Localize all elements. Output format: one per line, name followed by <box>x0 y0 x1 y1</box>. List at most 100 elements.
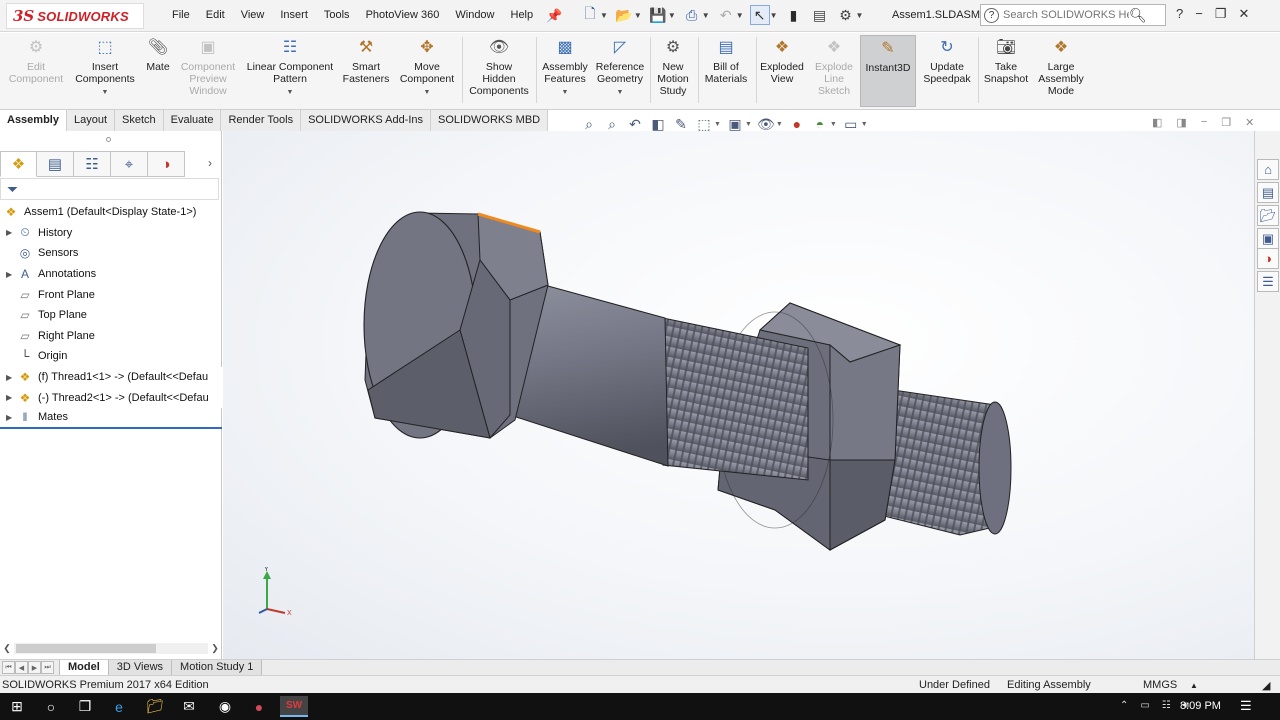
help-search-input[interactable] <box>1003 9 1129 21</box>
view-orientation-dropdown-icon[interactable]: ▼ <box>714 121 721 128</box>
solidworks-logo[interactable]: 3S SOLIDWORKS <box>6 3 144 29</box>
assembly-features-dropdown-icon[interactable]: ▼ <box>562 87 569 99</box>
tree-item-top-plane[interactable]: ▱ Top Plane <box>0 305 222 326</box>
expand-arrow-icon[interactable]: ▶ <box>6 413 16 422</box>
design-library-icon[interactable]: ▤ <box>1257 182 1279 203</box>
tree-item-sensors[interactable]: ◎ Sensors <box>0 243 222 264</box>
graphics-area[interactable]: Y X <box>223 131 1254 659</box>
move-component-button[interactable]: ✥ Move Component ▼ <box>396 37 458 99</box>
tab-solidworks-addins[interactable]: SOLIDWORKS Add-Ins <box>301 110 432 131</box>
select-cursor-icon[interactable]: ↖ <box>749 5 770 25</box>
tab-motion-study[interactable]: Motion Study 1 <box>171 660 263 675</box>
tab-model[interactable]: Model <box>59 660 109 675</box>
menu-edit[interactable]: Edit <box>198 9 233 21</box>
mate-button[interactable]: 📎︎ Mate <box>142 37 174 74</box>
tab-evaluate[interactable]: Evaluate <box>163 110 222 131</box>
tab-assembly[interactable]: Assembly <box>0 110 67 131</box>
network-icon[interactable]: ☷ <box>1162 700 1171 711</box>
insert-components-button[interactable]: ⬚ Insert Components ▼ <box>72 37 138 99</box>
custom-properties-icon[interactable]: ☰ <box>1257 271 1279 292</box>
restore-icon[interactable]: ❐ <box>1215 6 1227 22</box>
bill-of-materials-button[interactable]: ▤ Bill of Materials <box>700 37 752 86</box>
hide-show-dropdown-icon[interactable]: ▼ <box>776 121 783 128</box>
reference-geometry-dropdown-icon[interactable]: ▼ <box>617 87 624 99</box>
tree-item-right-plane[interactable]: ▱ Right Plane <box>0 326 222 347</box>
scroll-track[interactable] <box>14 643 208 654</box>
save-dropdown-icon[interactable]: ▼ <box>668 11 676 20</box>
tree-item-annotations[interactable]: ▶ A Annotations <box>0 264 222 285</box>
panel-grip[interactable] <box>106 137 111 142</box>
apply-scene-dropdown-icon[interactable]: ▼ <box>830 121 837 128</box>
assembly-features-button[interactable]: ▩ Assembly Features ▼ <box>540 37 590 99</box>
display-style-dropdown-icon[interactable]: ▼ <box>745 121 752 128</box>
scroll-left-icon[interactable]: ❮ <box>0 643 14 654</box>
menu-tools[interactable]: Tools <box>316 9 358 21</box>
tab-solidworks-mbd[interactable]: SOLIDWORKS MBD <box>431 110 549 131</box>
tab-layout[interactable]: Layout <box>66 110 116 131</box>
open-folder-icon[interactable]: 📂 <box>614 5 634 25</box>
mail-icon[interactable]: ✉ <box>178 696 200 717</box>
tree-root-assembly[interactable]: ❖ Assem1 (Default<Display State-1>) <box>0 202 222 223</box>
last-tab-icon[interactable]: ⏭ <box>41 661 54 674</box>
viewport-minimize-icon[interactable]: − <box>1201 116 1207 129</box>
menu-help[interactable]: Help <box>503 9 542 21</box>
options-gear-icon[interactable]: ⚙ <box>836 5 856 25</box>
task-view-icon[interactable]: ❐ <box>74 696 96 717</box>
take-snapshot-button[interactable]: 📷︎ Take Snapshot <box>980 37 1032 86</box>
select-dropdown-icon[interactable]: ▼ <box>770 11 778 20</box>
file-properties-icon[interactable]: ▤ <box>810 5 830 25</box>
menu-view[interactable]: View <box>233 9 273 21</box>
bolt-and-nut-model[interactable] <box>223 131 1254 659</box>
action-center-icon[interactable]: ☰ <box>1240 698 1252 714</box>
windows-start-icon[interactable]: ⊞ <box>6 696 28 717</box>
save-icon[interactable]: 💾 <box>648 5 668 25</box>
pin-icon[interactable]: 📌 <box>546 8 562 24</box>
print-icon[interactable]: ⎙ <box>682 5 702 25</box>
tree-item-thread2[interactable]: ▶ ❖ (-) Thread2<1> -> (Default<<Defau <box>0 387 229 408</box>
print-dropdown-icon[interactable]: ▼ <box>702 11 710 20</box>
tab-render-tools[interactable]: Render Tools <box>221 110 302 131</box>
menu-insert[interactable]: Insert <box>272 9 316 21</box>
viewport-restore-icon[interactable]: ❐ <box>1221 116 1231 129</box>
display-manager-icon[interactable]: ◑ <box>148 151 185 177</box>
update-speedpak-button[interactable]: ↻ Update Speedpak <box>920 37 974 86</box>
undo-dropdown-icon[interactable]: ▼ <box>736 11 744 20</box>
tree-item-history[interactable]: ▶ ⏲ History <box>0 223 222 244</box>
appearances-icon[interactable]: ◑ <box>1257 248 1279 269</box>
open-dropdown-icon[interactable]: ▼ <box>634 11 642 20</box>
tab-sketch[interactable]: Sketch <box>115 110 164 131</box>
menu-window[interactable]: Window <box>447 9 502 21</box>
first-tab-icon[interactable]: ⏮ <box>2 661 15 674</box>
chevron-right-icon[interactable]: › <box>208 156 212 170</box>
tree-item-origin[interactable]: └ Origin <box>0 346 222 367</box>
home-icon[interactable]: ⌂ <box>1257 159 1279 180</box>
search-icon[interactable]: 🔍︎ <box>1129 7 1147 24</box>
previous-tab-icon[interactable]: ◀ <box>15 661 28 674</box>
menu-file[interactable]: File <box>164 9 198 21</box>
expand-arrow-icon[interactable]: ▶ <box>6 270 16 279</box>
tree-item-front-plane[interactable]: ▱ Front Plane <box>0 284 222 305</box>
solidworks-taskbar-icon[interactable]: SW <box>280 696 308 717</box>
file-explorer-icon[interactable]: 📂︎ <box>1257 205 1279 226</box>
options-dropdown-icon[interactable]: ▼ <box>856 11 864 20</box>
linear-pattern-dropdown-icon[interactable]: ▼ <box>287 87 294 99</box>
customize-status-icon[interactable]: ◢ <box>1262 679 1270 692</box>
expand-arrow-icon[interactable]: ▶ <box>6 228 16 237</box>
scroll-thumb[interactable] <box>16 644 156 653</box>
move-component-dropdown-icon[interactable]: ▼ <box>424 87 431 99</box>
dimxpert-manager-icon[interactable]: ⌖ <box>111 151 148 177</box>
new-dropdown-icon[interactable]: ▼ <box>600 11 608 20</box>
expand-arrow-icon[interactable]: ▶ <box>6 373 16 382</box>
viewport-tile-right-icon[interactable]: ◨ <box>1176 116 1186 129</box>
cortana-icon[interactable]: ○ <box>40 696 62 717</box>
chevron-up-icon[interactable]: ⌃ <box>1120 700 1128 711</box>
instant3d-button[interactable]: ✎ Instant3D <box>860 35 916 107</box>
view-palette-icon[interactable]: ▣ <box>1257 228 1279 249</box>
filter-icon[interactable]: ⏷ <box>0 178 219 200</box>
taskbar-clock[interactable]: 8:09 PM <box>1180 700 1221 712</box>
help-search-box[interactable]: ? 🔍︎ <box>980 4 1166 26</box>
media-player-icon[interactable]: ◉ <box>214 696 236 717</box>
exploded-view-button[interactable]: ❖ Exploded View <box>758 37 806 86</box>
menu-photoview[interactable]: PhotoView 360 <box>358 9 448 21</box>
horizontal-scrollbar[interactable]: ❮ ❯ <box>0 641 222 656</box>
